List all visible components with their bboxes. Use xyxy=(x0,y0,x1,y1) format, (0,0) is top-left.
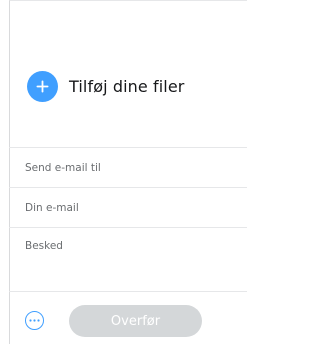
more-options-icon[interactable] xyxy=(25,311,44,330)
plus-icon[interactable] xyxy=(27,71,58,102)
your-email-field-row xyxy=(9,187,247,227)
transfer-button[interactable]: Overfør xyxy=(69,305,202,337)
email-to-field-row xyxy=(9,147,247,187)
message-textarea[interactable] xyxy=(25,240,225,280)
add-files-label: Tilføj dine filer xyxy=(69,77,185,96)
your-email-input[interactable] xyxy=(25,201,225,214)
email-to-input[interactable] xyxy=(25,161,225,174)
add-files-button[interactable]: Tilføj dine filer xyxy=(27,71,184,102)
message-field-row xyxy=(9,227,247,291)
footer-divider xyxy=(9,291,247,292)
